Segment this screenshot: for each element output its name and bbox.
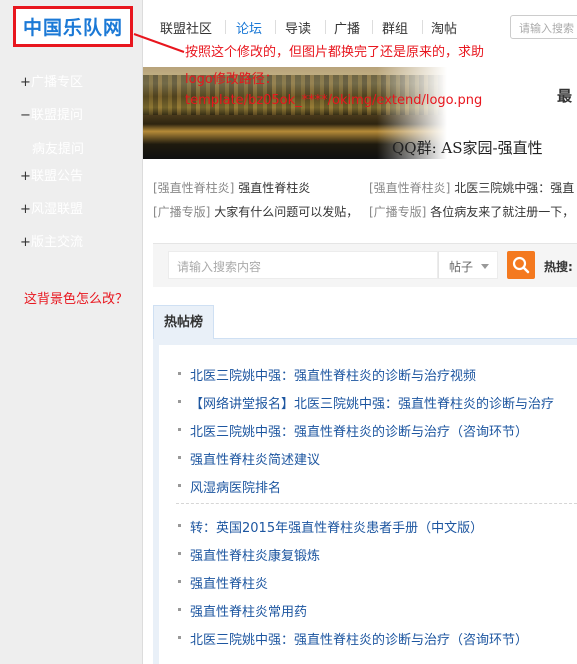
info-tag[interactable]: [强直性脊柱炎] <box>153 181 234 195</box>
expand-icon: + <box>20 75 31 90</box>
info-text[interactable]: 大家有什么问题可以发贴， <box>214 205 358 219</box>
sidebar-item-rheumatism[interactable]: +风湿联盟 <box>20 201 83 219</box>
bullet-icon <box>178 372 181 375</box>
sidebar-item-label: 病友提问 <box>32 142 85 157</box>
nav-collections[interactable]: 淘帖 <box>431 18 457 37</box>
forum-search-input[interactable]: 请输入搜索内容 <box>168 251 438 279</box>
chevron-down-icon <box>481 264 489 269</box>
annotation-logo-path-label: logo修改路径： <box>185 72 278 87</box>
nav-divider <box>325 20 326 34</box>
sidebar-item-label: 版主交流 <box>31 235 84 250</box>
bullet-icon <box>178 484 181 487</box>
bullet-icon <box>178 552 181 555</box>
nav-broadcast[interactable]: 广播 <box>334 18 360 37</box>
annotation-help-text: 按照这个修改的，但图片都换完了还是原来的，求助 <box>185 45 485 60</box>
info-tag[interactable]: [广播专版] <box>369 205 426 219</box>
annotation-bg-question: 这背景色怎么改？ <box>24 292 129 307</box>
info-tag[interactable]: [强直性脊柱炎] <box>369 181 450 195</box>
sidebar-subitem-patient-questions[interactable]: 病友提问 <box>32 138 84 157</box>
collapse-icon: − <box>20 108 31 123</box>
hot-post-link[interactable]: 【网络讲堂报名】北医三院姚中强：强直性脊柱炎的诊断与治疗 <box>190 393 554 412</box>
bullet-icon <box>178 524 181 527</box>
bullet-icon <box>178 400 181 403</box>
sidebar-item-broadcast[interactable]: +广播专区 <box>20 74 83 92</box>
search-button[interactable] <box>507 251 535 279</box>
hot-post-link[interactable]: 北医三院姚中强：强直性脊柱炎的诊断与治疗（咨询环节） <box>190 629 528 648</box>
info-tag[interactable]: [广播专版] <box>153 205 210 219</box>
bullet-icon <box>178 580 181 583</box>
sidebar-item-union-questions[interactable]: −联盟提问 <box>20 107 83 125</box>
expand-icon: + <box>20 169 31 184</box>
info-item[interactable]: [强直性脊柱炎] 北医三院姚中强：强直 <box>369 179 574 196</box>
annotation-arrow-icon <box>133 33 185 53</box>
tab-bar <box>153 305 577 339</box>
sidebar-item-label: 联盟提问 <box>31 108 84 123</box>
site-logo[interactable]: 中国乐队网 <box>13 6 133 47</box>
list-divider <box>176 503 577 504</box>
nav-groups[interactable]: 群组 <box>382 18 408 37</box>
sidebar-item-announcements[interactable]: +联盟公告 <box>20 168 83 186</box>
hot-post-link[interactable]: 强直性脊柱炎 <box>190 573 268 592</box>
hot-post-link[interactable]: 北医三院姚中强：强直性脊柱炎的诊断与治疗（咨询环节） <box>190 421 528 440</box>
info-item[interactable]: [广播专版] 各位病友来了就注册一下， <box>369 203 574 220</box>
info-item[interactable]: [强直性脊柱炎] 强直性脊柱炎 <box>153 179 310 196</box>
tab-hot-posts[interactable]: 热帖榜 <box>153 305 214 340</box>
hot-post-link[interactable]: 强直性脊柱炎常用药 <box>190 601 307 620</box>
bullet-icon <box>178 608 181 611</box>
hot-post-link[interactable]: 风湿病医院排名 <box>190 477 281 496</box>
info-item[interactable]: [广播专版] 大家有什么问题可以发贴， <box>153 203 358 220</box>
annotation-logo-path: template/bz05ok_****/okimg/extend/logo.p… <box>185 93 483 108</box>
sidebar-item-label: 风湿联盟 <box>31 202 84 217</box>
hot-search-label: 热搜: <box>544 260 573 274</box>
search-type-select[interactable]: 帖子 <box>438 251 498 279</box>
sidebar-item-label: 广播专区 <box>31 75 84 90</box>
logo-text: 中国乐队网 <box>22 17 123 39</box>
hot-post-link[interactable]: 北医三院姚中强：强直性脊柱炎的诊断与治疗视频 <box>190 365 476 384</box>
nav-divider <box>422 20 423 34</box>
nav-divider <box>372 20 373 34</box>
info-text[interactable]: 北医三院姚中强：强直 <box>454 181 574 195</box>
sidebar-item-moderators[interactable]: +版主交流 <box>20 234 83 252</box>
info-text[interactable]: 各位病友来了就注册一下， <box>430 205 574 219</box>
expand-icon: + <box>20 235 31 250</box>
hot-post-link[interactable]: 强直性脊柱炎简述建议 <box>190 449 320 468</box>
sidebar-item-label: 联盟公告 <box>31 169 84 184</box>
nav-divider <box>225 20 226 34</box>
nav-forum[interactable]: 论坛 <box>236 18 262 37</box>
left-sidebar <box>0 0 143 664</box>
search-icon <box>512 256 530 274</box>
bullet-icon <box>178 428 181 431</box>
hot-post-link[interactable]: 强直性脊柱炎康复锻炼 <box>190 545 320 564</box>
nav-guide[interactable]: 导读 <box>285 18 311 37</box>
hot-post-link[interactable]: 转：英国2015年强直性脊柱炎患者手册（中文版） <box>190 517 483 536</box>
info-text[interactable]: 强直性脊柱炎 <box>238 181 310 195</box>
banner-title-char: 最 <box>557 87 573 105</box>
bullet-icon <box>178 636 181 639</box>
nav-divider <box>275 20 276 34</box>
banner-qq-text: QQ群: AS家园-强直性 <box>392 139 543 157</box>
expand-icon: + <box>20 202 31 217</box>
bullet-icon <box>178 456 181 459</box>
top-search-input[interactable]: 请输入搜索 <box>510 15 577 39</box>
